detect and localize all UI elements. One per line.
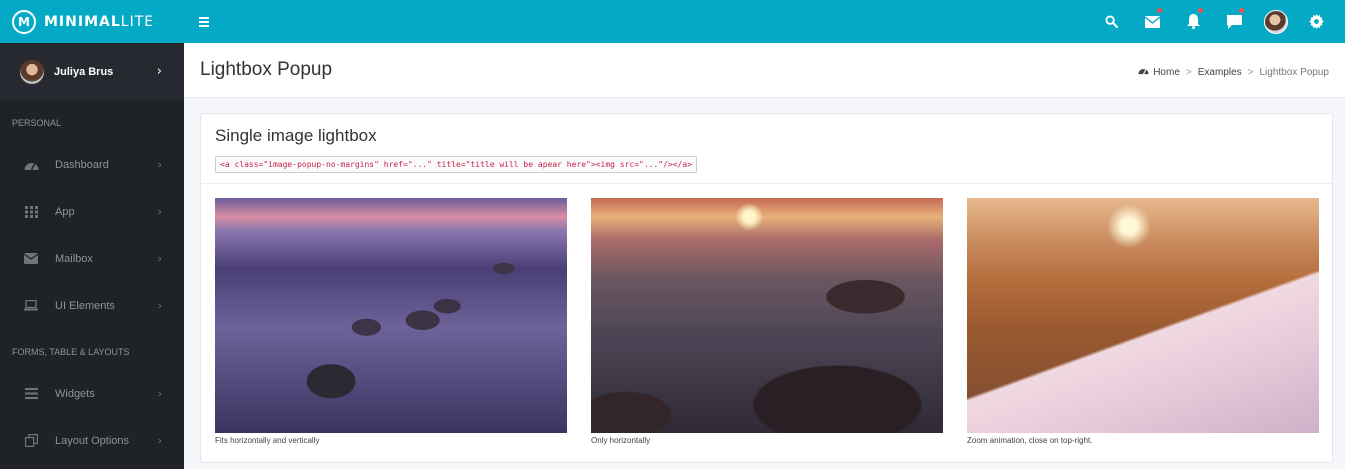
- avatar: [1263, 9, 1288, 34]
- brand-name-bold: MINIMAL: [44, 13, 121, 30]
- card-header: Single image lightbox <a class="image-po…: [201, 114, 1332, 184]
- sidebar-item-widgets[interactable]: Widgets ›: [0, 370, 184, 417]
- sidebar-section-forms: FORMS, TABLE & LAYOUTS: [12, 347, 130, 357]
- top-navbar: M MINIMALLITE: [0, 0, 1345, 43]
- chevron-right-icon: ›: [157, 299, 162, 312]
- sidebar-item-mailbox[interactable]: Mailbox ›: [0, 235, 184, 282]
- sidebar-item-label: Mailbox: [55, 252, 93, 265]
- sidebar: Juliya Brus › PERSONAL Dashboard › App ›…: [0, 43, 184, 469]
- envelope-icon: [23, 252, 39, 266]
- sidebar-section-personal: PERSONAL: [12, 118, 62, 128]
- chevron-right-icon: ›: [157, 387, 162, 400]
- mail-icon[interactable]: [1132, 0, 1173, 43]
- sidebar-item-layout-options[interactable]: Layout Options ›: [0, 417, 184, 464]
- brand[interactable]: M MINIMALLITE: [0, 0, 184, 43]
- sidebar-item-label: App: [55, 205, 75, 218]
- page-title: Lightbox Popup: [200, 59, 333, 80]
- gallery-item[interactable]: Only horizontally: [591, 198, 943, 445]
- dashboard-icon: [1138, 66, 1149, 78]
- breadcrumb-examples[interactable]: Examples: [1198, 67, 1242, 78]
- sidebar-item-label: UI Elements: [55, 299, 115, 312]
- brand-logo-icon: M: [12, 9, 36, 34]
- breadcrumb-current: Lightbox Popup: [1259, 66, 1329, 78]
- sidebar-item-app[interactable]: App ›: [0, 188, 184, 235]
- image-gallery: Fits horizontally and vertically Only ho…: [215, 198, 1319, 445]
- notification-dot: [1198, 8, 1203, 13]
- code-snippet: <a class="image-popup-no-margins" href="…: [215, 156, 698, 173]
- menu-toggle-icon[interactable]: [199, 16, 215, 27]
- card-title: Single image lightbox: [215, 126, 377, 145]
- lightbox-thumbnail-image[interactable]: [591, 198, 943, 433]
- sidebar-item-dashboard[interactable]: Dashboard ›: [0, 141, 184, 188]
- image-caption: Zoom animation, close on top-right.: [967, 436, 1093, 445]
- content-header: Lightbox Popup Home > Examples > Lightbo…: [184, 43, 1345, 98]
- user-name: Juliya Brus: [54, 65, 114, 78]
- lightbox-thumbnail-image[interactable]: [967, 198, 1319, 433]
- notification-dot: [1157, 8, 1162, 13]
- lightbox-thumbnail-image[interactable]: [215, 198, 567, 433]
- image-caption: Only horizontally: [591, 436, 651, 445]
- breadcrumb-separator: >: [1185, 66, 1192, 78]
- brand-name: MINIMALLITE: [44, 14, 154, 30]
- avatar: [20, 59, 44, 84]
- gallery-item[interactable]: Zoom animation, close on top-right.: [967, 198, 1319, 445]
- sidebar-item-label: Dashboard: [55, 158, 109, 171]
- chevron-right-icon: ›: [157, 158, 162, 171]
- bell-icon[interactable]: [1173, 0, 1214, 43]
- breadcrumb: Home > Examples > Lightbox Popup: [1138, 66, 1329, 78]
- chevron-right-icon: ›: [157, 205, 162, 218]
- breadcrumb-home[interactable]: Home: [1153, 67, 1180, 78]
- chat-icon[interactable]: [1214, 0, 1255, 43]
- sidebar-item-label: Layout Options: [55, 434, 129, 447]
- notification-dot: [1239, 8, 1244, 13]
- gallery-item[interactable]: Fits horizontally and vertically: [215, 198, 567, 445]
- brand-name-light: LITE: [120, 13, 155, 30]
- grid-icon: [23, 205, 39, 219]
- user-avatar-button[interactable]: [1255, 0, 1296, 43]
- sidebar-user-panel[interactable]: Juliya Brus ›: [0, 43, 184, 100]
- sidebar-item-label: Widgets: [55, 387, 95, 400]
- breadcrumb-separator: >: [1247, 66, 1254, 78]
- dashboard-icon: [23, 158, 39, 172]
- chevron-right-icon: ›: [157, 434, 162, 447]
- gear-icon[interactable]: [1296, 0, 1337, 43]
- laptop-icon: [23, 299, 39, 313]
- image-caption: Fits horizontally and vertically: [215, 436, 320, 445]
- copy-icon: [23, 434, 39, 448]
- search-icon[interactable]: [1091, 0, 1132, 43]
- sidebar-item-ui-elements[interactable]: UI Elements ›: [0, 282, 184, 329]
- list-icon: [23, 387, 39, 401]
- header-actions: [1091, 0, 1337, 43]
- chevron-right-icon: ›: [156, 64, 162, 79]
- lightbox-card: Single image lightbox <a class="image-po…: [200, 113, 1333, 463]
- chevron-right-icon: ›: [157, 252, 162, 265]
